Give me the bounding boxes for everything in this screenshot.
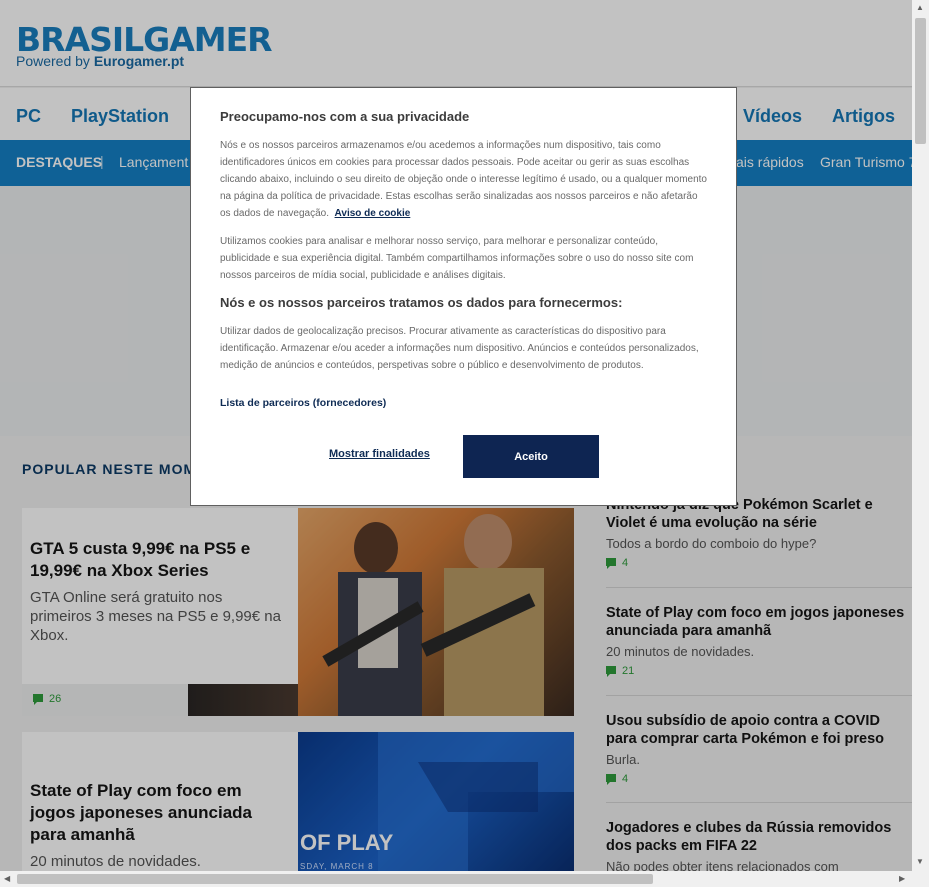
horizontal-scroll-thumb[interactable] (17, 874, 653, 884)
horizontal-scrollbar[interactable]: ◀ ▶ (0, 871, 912, 887)
vertical-scrollbar[interactable]: ▲ ▼ (912, 0, 929, 871)
consent-purposes-heading: Nós e os nossos parceiros tratamos os da… (220, 295, 623, 310)
consent-paragraph-2: Utilizamos cookies para analisar e melho… (220, 236, 694, 281)
consent-title: Preocupamo-nos com a sua privacidade (220, 109, 470, 124)
consent-paragraph-3: Utilizar dados de geolocalização preciso… (220, 326, 699, 371)
cookie-notice-link[interactable]: Aviso de cookie (335, 208, 411, 219)
scroll-up-arrow-icon[interactable]: ▲ (916, 3, 924, 12)
vertical-scroll-thumb[interactable] (915, 18, 926, 144)
consent-paragraph-1: Nós e os nossos parceiros armazenamos e/… (220, 137, 710, 222)
partners-list-link[interactable]: Lista de parceiros (fornecedores) (220, 397, 386, 409)
scroll-right-arrow-icon[interactable]: ▶ (899, 874, 905, 883)
scroll-down-arrow-icon[interactable]: ▼ (916, 857, 924, 866)
privacy-consent-dialog: Preocupamo-nos com a sua privacidade Nós… (190, 87, 737, 506)
scrollbar-corner (912, 871, 929, 887)
scroll-left-arrow-icon[interactable]: ◀ (4, 874, 10, 883)
consent-paragraph-1-text: Nós e os nossos parceiros armazenamos e/… (220, 140, 707, 219)
show-purposes-button[interactable]: Mostrar finalidades (329, 448, 430, 460)
accept-button[interactable]: Aceito (463, 435, 599, 478)
